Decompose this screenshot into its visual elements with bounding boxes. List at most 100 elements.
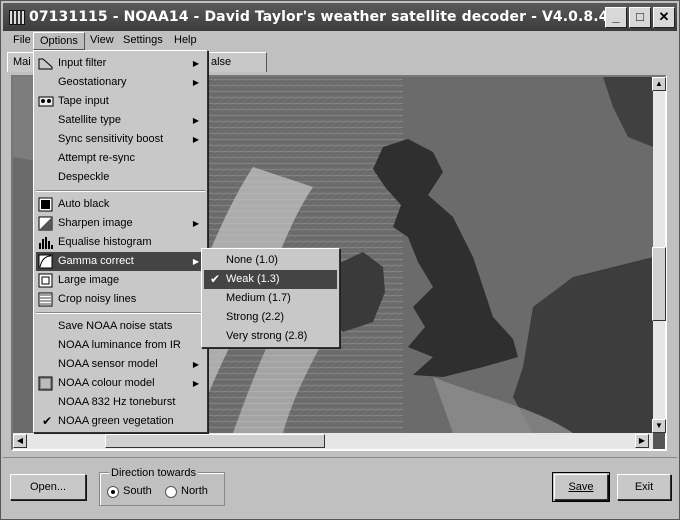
menu-file-label: File <box>13 34 31 46</box>
menu-noaa-toneburst-label: NOAA 832 Hz toneburst <box>58 396 176 408</box>
histogram-icon <box>39 237 53 249</box>
gamma-weak-label: Weak (1.3) <box>226 273 280 285</box>
menu-options[interactable]: Options <box>33 32 85 50</box>
menu-satellite-type-label: Satellite type <box>58 114 121 126</box>
auto-black-icon <box>38 197 53 212</box>
horizontal-scrollbar[interactable]: ◀ ▶ <box>13 433 653 449</box>
filter-icon <box>38 58 53 70</box>
checkmark-icon: ✔ <box>210 272 221 286</box>
menu-noaa-sensor-model[interactable]: NOAA sensor model ▶ <box>36 355 205 374</box>
menu-view-label: View <box>90 34 114 46</box>
submenu-arrow-icon: ▶ <box>192 116 199 125</box>
menu-despeckle-label: Despeckle <box>58 171 110 183</box>
menu-attempt-resync[interactable]: Attempt re-sync <box>36 149 205 168</box>
menu-geostationary-label: Geostationary <box>58 76 127 88</box>
gamma-strong-option[interactable]: Strong (2.2) <box>204 308 337 327</box>
menu-noaa-luminance-from-ir[interactable]: NOAA luminance from IR <box>36 336 205 355</box>
scroll-left-arrow-icon[interactable]: ◀ <box>13 434 27 448</box>
menu-auto-black[interactable]: Auto black <box>36 195 205 214</box>
menu-tape-input[interactable]: Tape input <box>36 92 205 111</box>
menu-noaa-colour-model[interactable]: NOAA colour model ▶ <box>36 374 205 393</box>
gamma-icon <box>38 254 53 269</box>
menu-equalise-histogram-label: Equalise histogram <box>58 236 152 248</box>
menu-sync-sensitivity-boost[interactable]: Sync sensitivity boost ▶ <box>36 130 205 149</box>
menu-sharpen-image-label: Sharpen image <box>58 217 133 229</box>
gamma-medium-label: Medium (1.7) <box>226 292 291 304</box>
submenu-arrow-icon: ▶ <box>192 78 199 87</box>
save-button-label: Save <box>568 481 594 493</box>
sharpen-icon <box>38 216 53 231</box>
menu-noaa-colour-model-label: NOAA colour model <box>58 377 155 389</box>
scroll-down-arrow-icon[interactable]: ▼ <box>652 419 666 433</box>
vertical-scroll-thumb[interactable] <box>652 247 666 321</box>
menu-satellite-type[interactable]: Satellite type ▶ <box>36 111 205 130</box>
menu-bar: File Options View Settings Help <box>3 32 677 50</box>
menu-save-noaa-noise-stats[interactable]: Save NOAA noise stats <box>36 317 205 336</box>
menu-separator <box>36 312 205 314</box>
menu-settings[interactable]: Settings <box>117 32 169 50</box>
menu-input-filter[interactable]: Input filter ▶ <box>36 54 205 73</box>
scroll-up-arrow-icon[interactable]: ▲ <box>652 77 666 91</box>
menu-options-label: Options <box>40 35 78 47</box>
menu-noaa-luminance-label: NOAA luminance from IR <box>58 339 181 351</box>
menu-help-label: Help <box>174 34 197 46</box>
gamma-none-label: None (1.0) <box>226 254 278 266</box>
radio-selected-dot <box>111 490 115 494</box>
colour-model-icon <box>38 376 53 391</box>
north-radio[interactable] <box>165 486 177 498</box>
open-button[interactable]: Open... <box>10 474 86 500</box>
menu-attempt-resync-label: Attempt re-sync <box>58 152 136 164</box>
submenu-arrow-icon: ▶ <box>192 59 199 68</box>
menu-equalise-histogram[interactable]: Equalise histogram <box>36 233 205 252</box>
close-button[interactable]: ✕ <box>653 7 675 28</box>
menu-sync-sensitivity-label: Sync sensitivity boost <box>58 133 164 145</box>
menu-sharpen-image[interactable]: Sharpen image ▶ <box>36 214 205 233</box>
south-label[interactable]: South <box>123 485 152 497</box>
horizontal-scroll-thumb[interactable] <box>105 434 325 448</box>
app-icon[interactable] <box>9 10 25 25</box>
submenu-arrow-icon: ▶ <box>192 257 199 266</box>
menu-noaa-832hz-toneburst[interactable]: NOAA 832 Hz toneburst <box>36 393 205 412</box>
window-title: 07131115 - NOAA14 - David Taylor's weath… <box>29 9 629 25</box>
submenu-arrow-icon: ▶ <box>192 219 199 228</box>
menu-noaa-sensor-model-label: NOAA sensor model <box>58 358 158 370</box>
main-window: 07131115 - NOAA14 - David Taylor's weath… <box>0 0 680 520</box>
options-menu-dropdown: Input filter ▶ Geostationary ▶ Tape inpu… <box>33 50 208 433</box>
tab-false-colour[interactable]: alse colour <box>205 52 267 87</box>
menu-view[interactable]: View <box>84 32 120 50</box>
scroll-right-arrow-icon[interactable]: ▶ <box>635 434 649 448</box>
submenu-arrow-icon: ▶ <box>192 360 199 369</box>
large-image-icon <box>38 273 53 288</box>
gamma-weak-option[interactable]: ✔ Weak (1.3) <box>204 270 337 289</box>
minimize-button[interactable]: _ <box>605 7 627 28</box>
submenu-arrow-icon: ▶ <box>192 135 199 144</box>
menu-geostationary[interactable]: Geostationary ▶ <box>36 73 205 92</box>
menu-gamma-correct[interactable]: Gamma correct ▶ <box>36 252 205 271</box>
gamma-very-strong-option[interactable]: Very strong (2.8) <box>204 327 337 346</box>
menu-crop-noisy-lines[interactable]: Crop noisy lines <box>36 290 205 309</box>
menu-large-image[interactable]: Large image <box>36 271 205 290</box>
north-label[interactable]: North <box>181 485 208 497</box>
maximize-button[interactable]: □ <box>629 7 651 28</box>
menu-noaa-green-vegetation[interactable]: ✔ NOAA green vegetation <box>36 412 205 431</box>
vertical-scrollbar[interactable]: ▲ ▼ <box>652 77 666 433</box>
menu-noaa-green-vegetation-label: NOAA green vegetation <box>58 415 174 427</box>
menu-separator <box>36 190 205 192</box>
title-bar[interactable]: 07131115 - NOAA14 - David Taylor's weath… <box>3 3 677 31</box>
menu-save-noise-stats-label: Save NOAA noise stats <box>58 320 173 332</box>
menu-large-image-label: Large image <box>58 274 120 286</box>
tape-icon <box>38 96 54 107</box>
save-button[interactable]: Save <box>552 472 610 502</box>
gamma-medium-option[interactable]: Medium (1.7) <box>204 289 337 308</box>
menu-despeckle[interactable]: Despeckle <box>36 168 205 187</box>
menu-help[interactable]: Help <box>168 32 203 50</box>
gamma-none-option[interactable]: None (1.0) <box>204 251 337 270</box>
submenu-arrow-icon: ▶ <box>192 379 199 388</box>
bottom-toolbar: Open... Direction towards South North Sa… <box>3 457 677 517</box>
menu-crop-noisy-lines-label: Crop noisy lines <box>58 293 137 305</box>
menu-auto-black-label: Auto black <box>58 198 110 210</box>
checkmark-icon: ✔ <box>42 414 53 428</box>
crop-noisy-icon <box>38 292 53 307</box>
exit-button[interactable]: Exit <box>617 474 671 500</box>
south-radio[interactable] <box>107 486 119 498</box>
